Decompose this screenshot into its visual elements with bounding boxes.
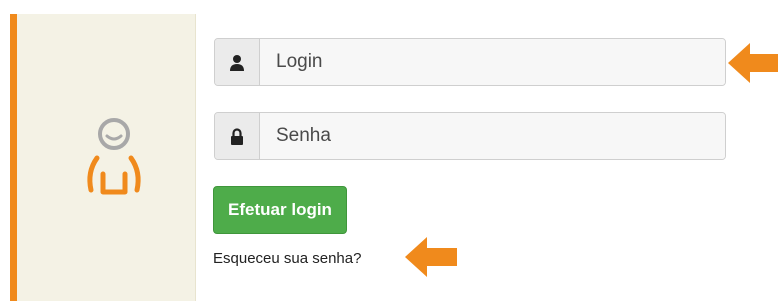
arrow-left-icon [728,43,778,83]
login-input-group [214,38,726,86]
lock-icon [215,113,260,159]
user-icon [215,39,260,85]
login-input[interactable] [260,39,725,85]
password-input-group [214,112,726,160]
arrow-left-icon [405,237,457,277]
password-input[interactable] [260,113,725,159]
login-panel: Efetuar login Esqueceu sua senha? [0,0,778,301]
accent-bar [10,14,17,301]
forgot-password-link[interactable]: Esqueceu sua senha? [213,250,361,267]
user-avatar-icon [87,118,141,195]
login-button[interactable]: Efetuar login [213,186,347,234]
user-illustration-pane [17,14,196,301]
